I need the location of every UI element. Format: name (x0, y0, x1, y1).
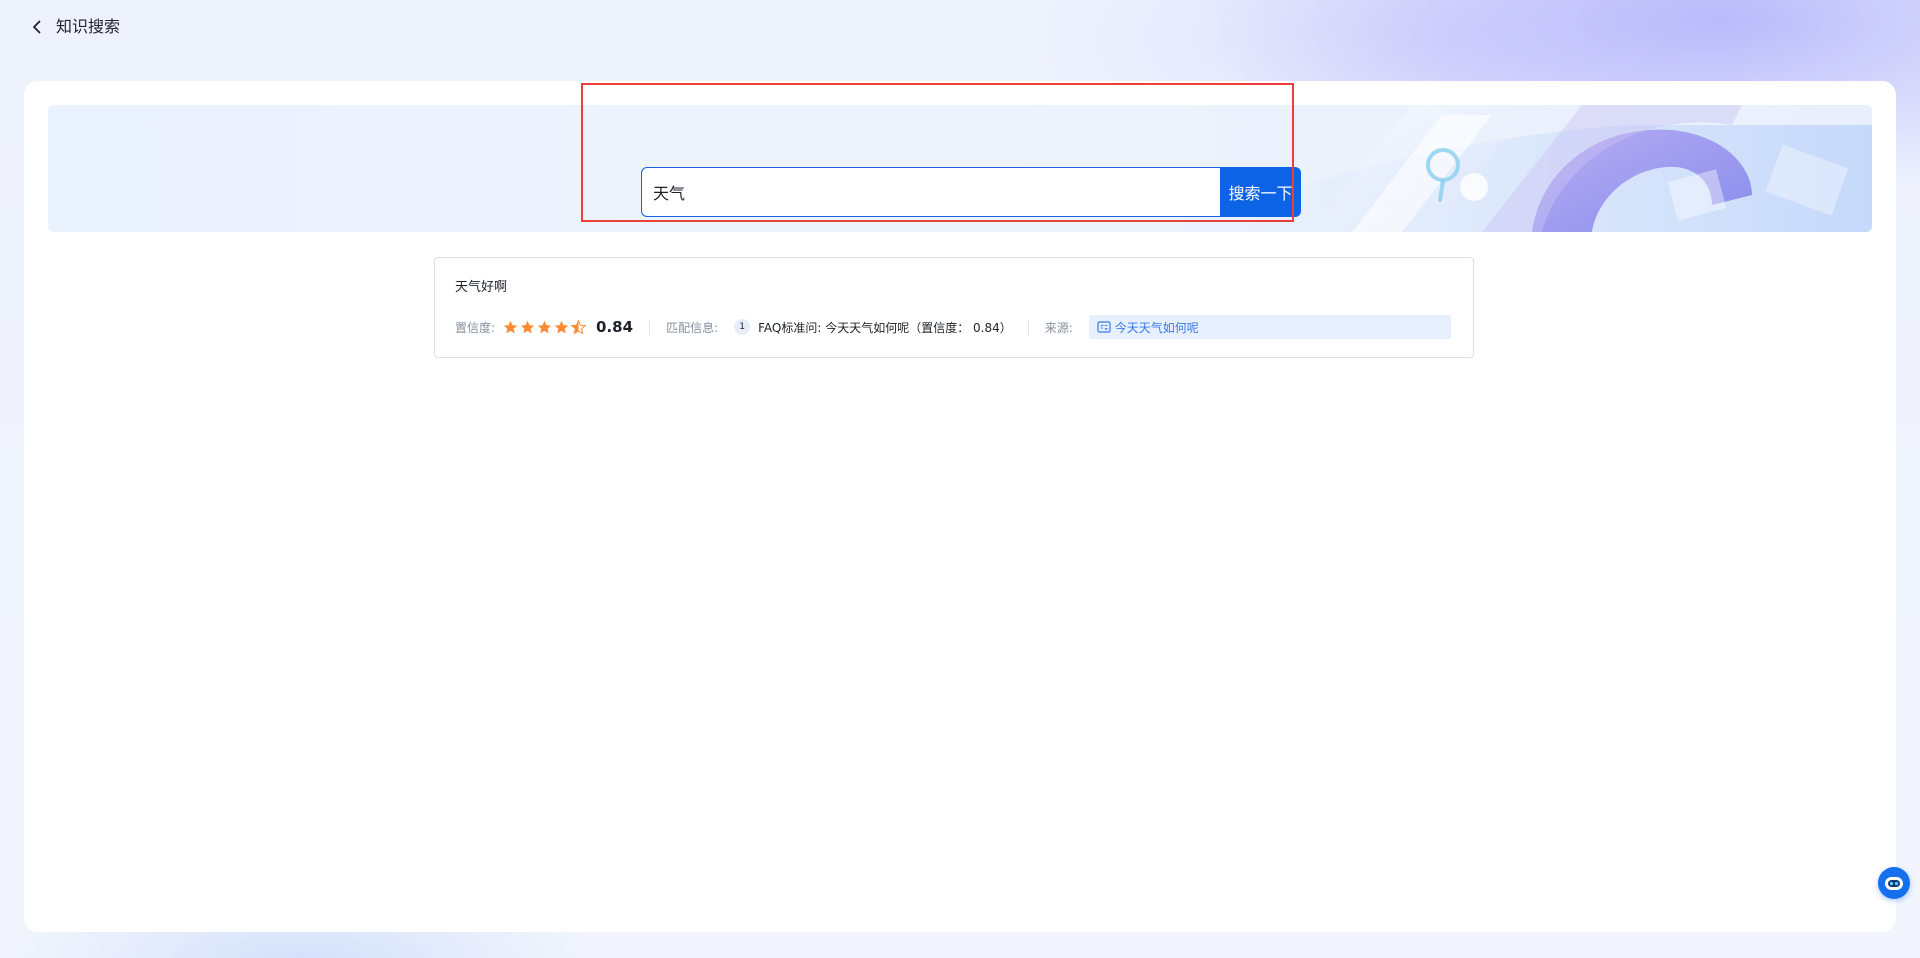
source-text: 今天天气如何呢 (1114, 320, 1199, 335)
result-meta-row: 置信度: 0.84 匹配信息: 1 FAQ标准问: 今天天气如何呢（置信度： 0… (455, 315, 1455, 339)
match-index-badge: 1 (734, 319, 751, 335)
search-input[interactable] (641, 167, 1221, 217)
assistant-button[interactable] (1878, 867, 1910, 899)
confidence-score: 0.84 (596, 318, 634, 336)
result-card[interactable]: 天气好啊 置信度: 0.84 匹配信息: 1 FAQ标准问: 今天天气如何呢（置… (434, 257, 1474, 358)
source-label: 来源: (1044, 320, 1073, 335)
star-icon (554, 320, 569, 333)
match-text: FAQ标准问: 今天天气如何呢（置信度： 0.84） (758, 320, 1012, 335)
star-icon (537, 320, 552, 333)
divider (649, 319, 651, 335)
star-icon (520, 320, 535, 333)
divider (1027, 319, 1029, 335)
page-title: 知识搜索 (56, 17, 121, 36)
robot-icon (1885, 877, 1903, 890)
match-label: 匹配信息: (666, 320, 719, 335)
star-icon (503, 320, 518, 333)
search-bar: 搜索一下 (641, 167, 1301, 217)
search-card: 搜索一下 天气好啊 置信度: 0.84 匹配信息: 1 FAQ标准问: 今天天气… (24, 81, 1896, 932)
result-title: 天气好啊 (455, 280, 508, 295)
chevron-left-icon (33, 20, 41, 34)
star-icon (571, 319, 587, 334)
back-button[interactable] (26, 16, 48, 38)
search-button[interactable]: 搜索一下 (1220, 167, 1301, 217)
source-link[interactable]: 今天天气如何呢 (1088, 315, 1451, 339)
rating-stars (503, 319, 588, 335)
confidence-label: 置信度: (455, 320, 496, 335)
search-banner: 搜索一下 (48, 105, 1872, 232)
page-header: 知识搜索 (0, 0, 1920, 56)
faq-doc-icon (1097, 320, 1111, 333)
